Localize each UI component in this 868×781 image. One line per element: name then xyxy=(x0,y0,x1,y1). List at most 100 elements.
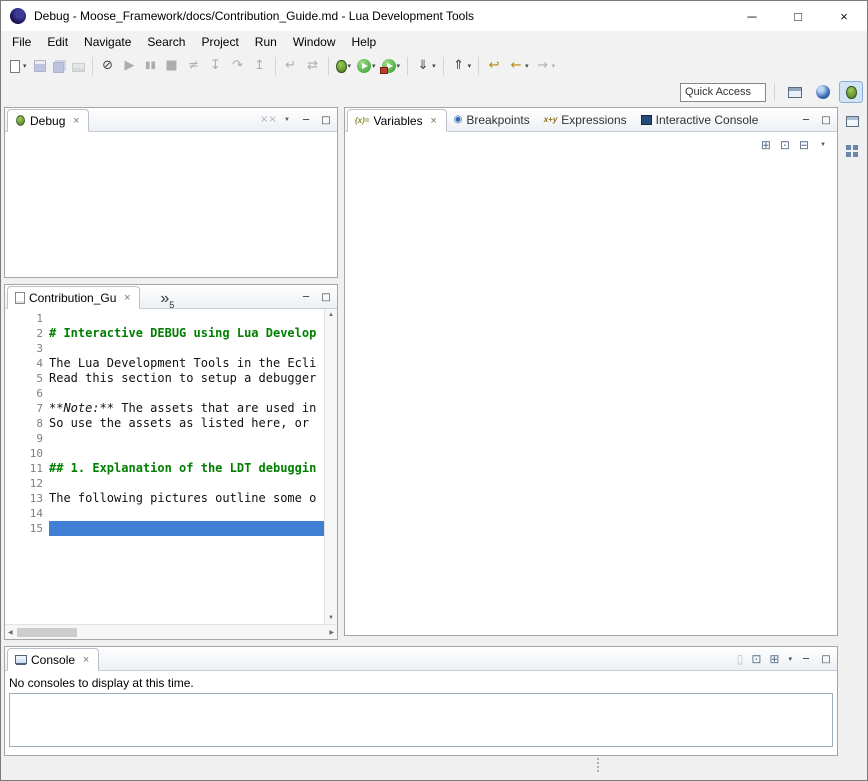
editor-line[interactable]: 2# Interactive DEBUG using Lua Develop xyxy=(5,326,324,341)
scroll-up-icon[interactable]: ▲ xyxy=(328,312,334,318)
minimize-view-icon[interactable]: ─ xyxy=(300,292,312,303)
tab-variables[interactable]: (x)= Variables × xyxy=(347,109,447,132)
maximize-view-icon[interactable]: □ xyxy=(320,115,332,126)
close-tab-icon[interactable]: × xyxy=(81,654,91,666)
annotation-ruler[interactable] xyxy=(5,476,20,491)
close-tab-icon[interactable]: × xyxy=(71,115,81,127)
sash-gripper[interactable] xyxy=(597,758,599,772)
editor-line[interactable]: 6 xyxy=(5,386,324,401)
step-over-button[interactable]: ↷ xyxy=(228,55,248,77)
annotation-ruler[interactable] xyxy=(5,401,20,416)
horizontal-scrollbar[interactable]: ◀ ▶ xyxy=(5,624,337,639)
annotation-ruler[interactable] xyxy=(5,341,20,356)
last-edit-location-button[interactable]: ↩ xyxy=(484,55,504,77)
minimize-view-icon[interactable]: ─ xyxy=(800,115,812,126)
save-button[interactable] xyxy=(31,55,49,77)
menu-window[interactable]: Window xyxy=(285,32,344,52)
editor-line-selected[interactable]: 15 xyxy=(5,521,324,536)
open-console-icon[interactable]: ⊞ xyxy=(769,652,779,666)
annotation-ruler[interactable] xyxy=(5,416,20,431)
next-annotation-button[interactable]: ⇓▾ xyxy=(413,55,438,77)
annotation-ruler[interactable] xyxy=(5,371,20,386)
editor-line[interactable]: 7**Note:** The assets that are used in xyxy=(5,401,324,416)
editor-line[interactable]: 13The following pictures outline some o xyxy=(5,491,324,506)
editor-text-area[interactable]: 1 2# Interactive DEBUG using Lua Develop… xyxy=(5,311,324,624)
editor-line[interactable]: 9 xyxy=(5,431,324,446)
debug-launch-button[interactable]: ▾ xyxy=(334,55,354,77)
console-output-area[interactable] xyxy=(9,693,833,747)
editor-body[interactable]: 1 2# Interactive DEBUG using Lua Develop… xyxy=(5,309,337,639)
vertical-scrollbar[interactable]: ▲ ▼ xyxy=(324,309,337,624)
annotation-ruler[interactable] xyxy=(5,386,20,401)
remove-all-terminated-icon[interactable]: ×× xyxy=(260,112,274,128)
trim-editor-area-button[interactable] xyxy=(841,111,863,131)
drop-to-frame-button[interactable]: ↵ xyxy=(281,55,301,77)
scroll-right-icon[interactable]: ▶ xyxy=(329,629,334,636)
menu-edit[interactable]: Edit xyxy=(39,32,76,52)
perspective-debug-button[interactable] xyxy=(839,81,863,103)
editor-line[interactable]: 8So use the assets as listed here, or xyxy=(5,416,324,431)
scrollbar-thumb[interactable] xyxy=(17,628,77,637)
menu-navigate[interactable]: Navigate xyxy=(76,32,139,52)
minimize-window-button[interactable]: ─ xyxy=(729,1,775,31)
open-perspective-button[interactable] xyxy=(783,81,807,103)
use-step-filters-button[interactable]: ⇄ xyxy=(303,55,323,77)
tab-breakpoints[interactable]: ◉ Breakpoints xyxy=(447,108,537,131)
suspend-button[interactable]: ▮▮ xyxy=(142,55,160,77)
step-return-button[interactable]: ↥ xyxy=(250,55,270,77)
annotation-ruler[interactable] xyxy=(5,311,20,326)
tab-console[interactable]: Console × xyxy=(7,648,99,671)
minimize-view-icon[interactable]: ─ xyxy=(800,654,812,665)
print-button[interactable] xyxy=(70,55,87,77)
run-launch-button[interactable]: ▾ xyxy=(355,55,378,77)
save-all-button[interactable] xyxy=(51,55,68,77)
maximize-view-icon[interactable]: □ xyxy=(820,115,832,126)
new-wizard-button[interactable]: ▾ xyxy=(6,55,29,77)
hidden-editors-indicator[interactable]: » 5 xyxy=(160,288,174,308)
editor-line[interactable]: 11## 1. Explanation of the LDT debuggin xyxy=(5,461,324,476)
close-tab-icon[interactable]: × xyxy=(429,115,439,127)
perspective-ldt-button[interactable] xyxy=(811,81,835,103)
annotation-ruler[interactable] xyxy=(5,521,20,536)
annotation-ruler[interactable] xyxy=(5,491,20,506)
editor-line[interactable]: 12 xyxy=(5,476,324,491)
editor-line[interactable]: 3 xyxy=(5,341,324,356)
show-logical-structure-icon[interactable]: ⊞ xyxy=(761,138,771,152)
annotation-ruler[interactable] xyxy=(5,506,20,521)
resume-button[interactable]: ▶ xyxy=(120,55,140,77)
trim-view-stack-button[interactable] xyxy=(841,141,863,161)
maximize-view-icon[interactable]: □ xyxy=(320,292,332,303)
menu-help[interactable]: Help xyxy=(344,32,385,52)
annotation-ruler[interactable] xyxy=(5,326,20,341)
menu-file[interactable]: File xyxy=(4,32,39,52)
annotation-ruler[interactable] xyxy=(5,431,20,446)
quick-access-input[interactable] xyxy=(680,83,766,102)
display-selected-console-icon[interactable]: ⊡ xyxy=(751,652,761,666)
forward-button[interactable]: →▾ xyxy=(533,55,558,77)
collapse-all-icon[interactable]: ⊟ xyxy=(799,138,809,152)
minimize-view-icon[interactable]: ─ xyxy=(300,115,312,126)
close-window-button[interactable]: × xyxy=(821,1,867,31)
tab-expressions[interactable]: x+y Expressions xyxy=(537,108,634,131)
annotation-ruler[interactable] xyxy=(5,356,20,371)
terminate-button[interactable]: ■ xyxy=(162,55,182,77)
editor-line[interactable]: 4The Lua Development Tools in the Ecli xyxy=(5,356,324,371)
maximize-window-button[interactable]: □ xyxy=(775,1,821,31)
annotation-ruler[interactable] xyxy=(5,446,20,461)
tab-contribution-guide[interactable]: Contribution_Gu × xyxy=(7,286,140,309)
menu-project[interactable]: Project xyxy=(193,32,246,52)
menu-run[interactable]: Run xyxy=(247,32,285,52)
tab-interactive-console[interactable]: Interactive Console xyxy=(634,108,766,131)
skip-all-breakpoints-button[interactable]: ⊘ xyxy=(98,55,118,77)
dropdown-arrow-icon[interactable]: ▾ xyxy=(788,655,792,663)
external-tools-button[interactable]: ▾ xyxy=(380,55,403,77)
editor-line[interactable]: 14 xyxy=(5,506,324,521)
menu-search[interactable]: Search xyxy=(139,32,193,52)
editor-line[interactable]: 10 xyxy=(5,446,324,461)
maximize-view-icon[interactable]: □ xyxy=(820,654,832,665)
show-type-names-icon[interactable]: ⊡ xyxy=(780,138,790,152)
pin-console-icon[interactable]: ▯ xyxy=(737,652,744,666)
scroll-down-icon[interactable]: ▼ xyxy=(328,615,334,621)
scroll-left-icon[interactable]: ◀ xyxy=(8,629,13,636)
step-into-button[interactable]: ↧ xyxy=(206,55,226,77)
